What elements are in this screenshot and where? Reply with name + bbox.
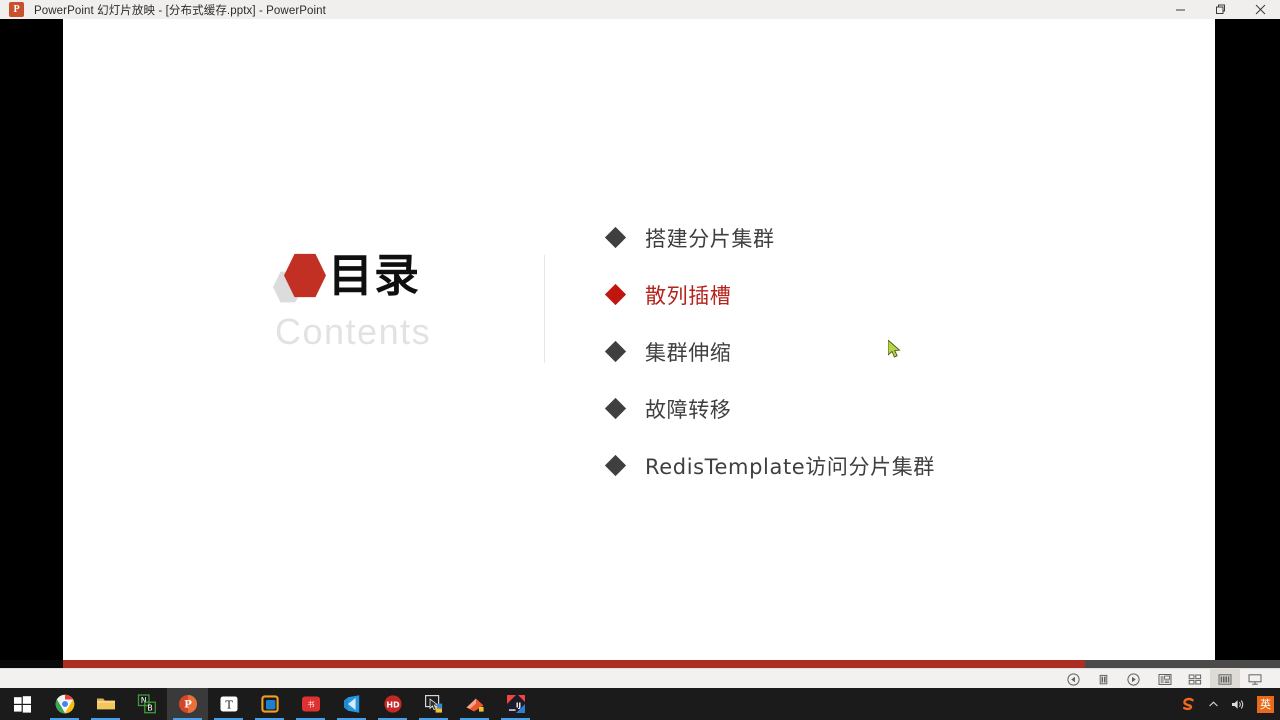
contents-title-cn: 目录 [328,249,421,302]
diamond-bullet-icon [604,454,627,477]
chrome-icon [55,694,75,714]
svg-text:IJ: IJ [515,702,520,710]
system-tray: 英 [1175,688,1280,720]
powerpoint-icon [9,2,24,17]
window-title: PowerPoint 幻灯片放映 - [分布式缓存.pptx] - PowerP… [34,4,326,17]
svg-text:T: T [225,698,233,711]
svg-text:P: P [184,700,192,711]
next-slide-button[interactable] [1118,669,1148,689]
progress-track [1085,660,1280,668]
diamond-bullet-icon [604,283,627,306]
taskbar-redbook[interactable]: 书 [290,688,331,720]
toc-item-4[interactable]: RedisTemplate访问分片集群 [543,437,1163,494]
progress-fill [63,660,1085,668]
typora-icon: T [219,694,239,714]
intellij-icon: IJ [506,694,526,714]
ime-label: 英 [1257,695,1274,713]
onenote-icon: N B [137,694,157,714]
svg-text:N: N [140,696,146,705]
svg-text:B: B [147,704,153,713]
taskbar-snipaste[interactable] [413,688,454,720]
reading-view-button[interactable] [1210,669,1240,689]
folder-icon [96,694,116,714]
contents-logo-block: 目录 Contents [273,245,493,353]
volume-icon[interactable] [1225,688,1251,720]
taskbar-onenote[interactable]: N B [126,688,167,720]
start-button[interactable] [0,688,44,720]
contents-title-en: Contents [275,311,432,352]
toc-item-2[interactable]: 集群伸缩 [543,323,1163,380]
diamond-bullet-icon [604,397,627,420]
hexagon-logo-icon [273,253,331,305]
toc-label: 搭建分片集群 [645,226,775,251]
taskbar-file-explorer[interactable] [85,688,126,720]
xmind-icon [465,694,485,714]
taskbar-hbuilder[interactable]: HD [372,688,413,720]
window-controls [1160,0,1280,19]
previous-slide-button[interactable] [1058,669,1088,689]
toc-item-1[interactable]: 散列插槽 [543,266,1163,323]
diamond-bullet-icon [604,226,627,249]
snipaste-icon [424,694,444,714]
chevron-up-icon[interactable] [1202,688,1225,720]
show-desktop-button[interactable] [1274,688,1280,720]
table-of-contents: 搭建分片集群 散列插槽 集群伸缩 故障转移 RedisTemplate访问分片集… [543,209,1163,494]
minimize-button[interactable] [1160,0,1200,19]
windows-taskbar: N B P T 书 HD IJ 英 [0,688,1280,720]
playback-controls [1058,669,1148,689]
normal-view-button[interactable] [1150,669,1180,689]
slideshow-button[interactable] [1240,669,1270,689]
taskbar-vmware[interactable] [249,688,290,720]
toc-item-3[interactable]: 故障转移 [543,380,1163,437]
taskbar-xmind[interactable] [454,688,495,720]
toc-item-0[interactable]: 搭建分片集群 [543,209,1163,266]
taskbar-chrome[interactable] [44,688,85,720]
svg-text:HD: HD [386,700,400,709]
vscode-icon [342,694,362,714]
toc-label: 散列插槽 [645,283,732,308]
powerpoint-icon: P [178,694,198,714]
screen: PowerPoint 幻灯片放映 - [分布式缓存.pptx] - PowerP… [0,0,1280,720]
slide-canvas[interactable]: 目录 Contents 搭建分片集群 散列插槽 集群伸缩 故障转移 RedisT… [63,19,1215,667]
toc-label: RedisTemplate访问分片集群 [645,454,935,479]
vmware-icon [260,694,280,714]
sogou-icon[interactable] [1175,688,1202,720]
taskbar-vscode[interactable] [331,688,372,720]
toc-label: 集群伸缩 [645,340,732,365]
taskbar-typora[interactable]: T [208,688,249,720]
redbook-icon: 书 [301,694,321,714]
taskbar-intellij[interactable]: IJ [495,688,536,720]
close-button[interactable] [1240,0,1280,19]
window-titlebar: PowerPoint 幻灯片放映 - [分布式缓存.pptx] - PowerP… [0,0,1280,20]
view-mode-controls [1150,669,1270,689]
slide-sorter-button[interactable] [1180,669,1210,689]
slideshow-progress-bar[interactable] [0,660,1280,668]
restore-button[interactable] [1200,0,1240,19]
hbuilder-icon: HD [383,694,403,714]
diamond-bullet-icon [604,340,627,363]
svg-text:书: 书 [307,700,314,709]
toc-label: 故障转移 [645,397,732,422]
pause-button[interactable] [1088,669,1118,689]
progress-left-edge [0,660,63,668]
slideshow-stage[interactable]: 目录 Contents 搭建分片集群 散列插槽 集群伸缩 故障转移 RedisT… [0,19,1280,667]
status-bar [0,668,1280,689]
taskbar-powerpoint[interactable]: P [167,688,208,720]
